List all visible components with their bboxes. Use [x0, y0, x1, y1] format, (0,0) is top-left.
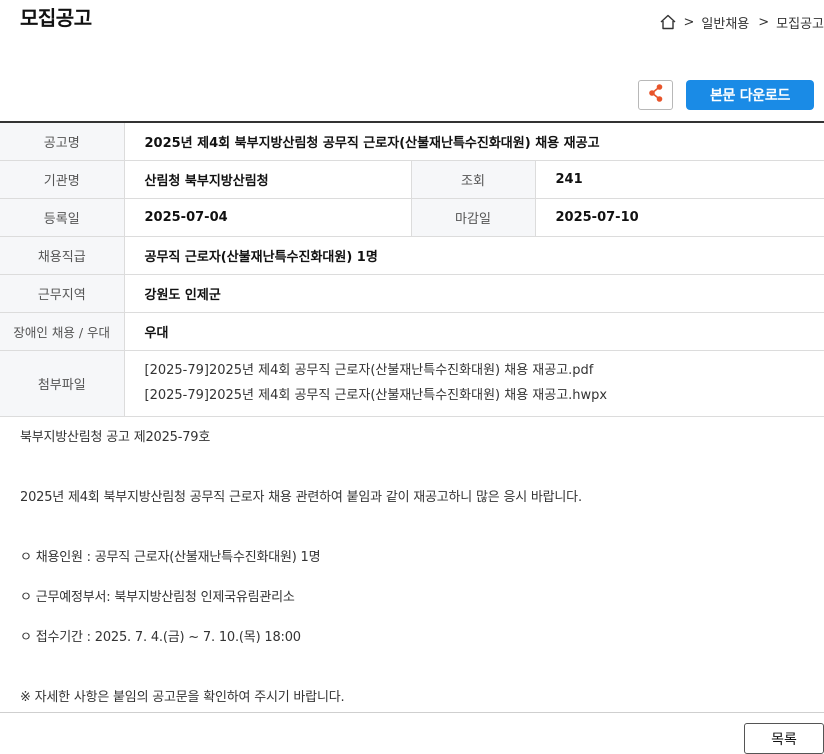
announcement-number: 북부지방산림청 공고 제2025-79호	[20, 430, 211, 445]
table-row: 기관명 산림청 북부지방산림청 조회 241	[0, 160, 824, 199]
table-row: 근무지역 강원도 인제군	[0, 274, 824, 313]
breadcrumb-separator: >	[683, 14, 695, 30]
body-note: ※ 자세한 사항은 붙임의 공고문을 확인하여 주시기 바랍니다.	[20, 690, 345, 705]
body-item-headcount: ㅇ 채용인원 : 공무직 근로자(산불재난특수진화대원) 1명	[20, 550, 321, 565]
agency-value: 산림청 북부지방산림청	[124, 160, 411, 199]
posting-details-table: 공고명 2025년 제4회 북부지방산림청 공무직 근로자(산불재난특수진화대원…	[0, 121, 824, 417]
breadcrumb: > 일반채용 > 모집공고	[659, 12, 824, 32]
breadcrumb-item-general-recruit[interactable]: 일반채용	[701, 13, 749, 32]
download-body-button[interactable]: 본문 다운로드	[686, 80, 814, 110]
grade-label: 채용직급	[0, 236, 125, 275]
disability-value: 우대	[124, 312, 824, 351]
registered-value: 2025-07-04	[124, 198, 411, 237]
list-button[interactable]: 목록	[744, 723, 824, 754]
attachments-label: 첨부파일	[0, 350, 125, 417]
registered-label: 등록일	[0, 198, 125, 237]
share-button[interactable]	[638, 80, 673, 110]
deadline-label: 마감일	[410, 198, 536, 237]
body-item-department: ㅇ 근무예정부서: 북부지방산림청 인제국유림관리소	[20, 590, 295, 605]
divider	[0, 712, 824, 713]
table-row: 공고명 2025년 제4회 북부지방산림청 공무직 근로자(산불재난특수진화대원…	[0, 122, 824, 161]
attachments-list: [2025-79]2025년 제4회 공무직 근로자(산불재난특수진화대원) 채…	[124, 350, 824, 417]
breadcrumb-item-job-posting[interactable]: 모집공고	[776, 13, 824, 32]
breadcrumb-separator: >	[758, 14, 770, 30]
region-label: 근무지역	[0, 274, 125, 313]
attachment-link-hwpx[interactable]: [2025-79]2025년 제4회 공무직 근로자(산불재난특수진화대원) 채…	[145, 383, 824, 408]
title-value: 2025년 제4회 북부지방산림청 공무직 근로자(산불재난특수진화대원) 채용…	[124, 122, 824, 161]
grade-value: 공무직 근로자(산불재난특수진화대원) 1명	[124, 236, 824, 275]
body-item-period: ㅇ 접수기간 : 2025. 7. 4.(금) ~ 7. 10.(목) 18:0…	[20, 630, 301, 645]
table-row: 등록일 2025-07-04 마감일 2025-07-10	[0, 198, 824, 237]
table-row: 장애인 채용 / 우대 우대	[0, 312, 824, 351]
region-value: 강원도 인제군	[124, 274, 824, 313]
views-label: 조회	[410, 160, 536, 199]
agency-label: 기관명	[0, 160, 125, 199]
body-paragraph: 2025년 제4회 북부지방산림청 공무직 근로자 채용 관련하여 붙임과 같이…	[20, 490, 582, 505]
deadline-value: 2025-07-10	[535, 198, 824, 237]
disability-label: 장애인 채용 / 우대	[0, 312, 125, 351]
table-row: 첨부파일 [2025-79]2025년 제4회 공무직 근로자(산불재난특수진화…	[0, 350, 824, 417]
home-icon[interactable]	[659, 13, 677, 31]
table-row: 채용직급 공무직 근로자(산불재난특수진화대원) 1명	[0, 236, 824, 275]
views-value: 241	[535, 160, 824, 199]
page-title: 모집공고	[20, 6, 92, 30]
attachment-link-pdf[interactable]: [2025-79]2025년 제4회 공무직 근로자(산불재난특수진화대원) 채…	[145, 358, 824, 383]
title-label: 공고명	[0, 122, 125, 161]
share-icon	[647, 83, 665, 107]
